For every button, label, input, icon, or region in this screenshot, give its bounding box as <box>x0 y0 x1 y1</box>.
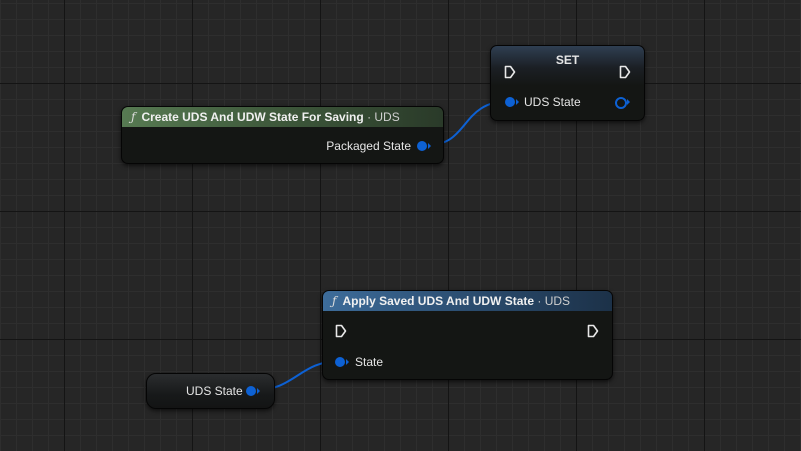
pin-arrow-icon <box>516 99 519 105</box>
exec-output-pin[interactable] <box>587 324 599 338</box>
uds-state-output-pin[interactable] <box>246 386 256 396</box>
apply-state-node-title: Apply Saved UDS And UDW State <box>342 294 535 308</box>
uds-state-output-pin[interactable] <box>615 97 627 109</box>
exec-output-pin[interactable] <box>619 65 631 79</box>
pin-arrow-icon <box>627 99 630 105</box>
state-input-pin[interactable] <box>335 357 345 367</box>
apply-state-function-node[interactable]: ƒ Apply Saved UDS And UDW State · UDS Sta… <box>322 290 613 380</box>
pin-arrow-icon <box>346 359 349 365</box>
apply-state-node-header[interactable]: ƒ Apply Saved UDS And UDW State · UDS <box>323 291 612 311</box>
uds-state-input-label: UDS State <box>524 95 581 109</box>
exec-input-pin[interactable] <box>335 324 347 338</box>
uds-state-getter-label: UDS State <box>186 384 243 398</box>
create-state-node-title: Create UDS And UDW State For Saving <box>141 110 364 124</box>
create-state-node-subtitle: · UDS <box>367 110 400 124</box>
pin-arrow-icon <box>428 143 431 149</box>
function-icon: ƒ <box>131 110 136 124</box>
set-variable-node[interactable]: SET UDS State <box>490 45 645 121</box>
create-state-function-node[interactable]: ƒ Create UDS And UDW State For Saving · U… <box>121 106 444 164</box>
exec-input-pin[interactable] <box>504 65 516 79</box>
packaged-state-output-pin[interactable] <box>417 141 427 151</box>
packaged-state-output-label: Packaged State <box>326 139 411 153</box>
create-state-node-header[interactable]: ƒ Create UDS And UDW State For Saving · U… <box>122 107 443 127</box>
function-icon: ƒ <box>332 294 337 308</box>
uds-state-getter-node[interactable]: UDS State <box>146 373 275 409</box>
wire-layer <box>255 100 511 391</box>
uds-state-input-pin[interactable] <box>505 97 515 107</box>
pin-arrow-icon <box>257 388 260 394</box>
apply-state-node-subtitle: · UDS <box>537 294 571 308</box>
state-input-label: State <box>355 355 384 369</box>
